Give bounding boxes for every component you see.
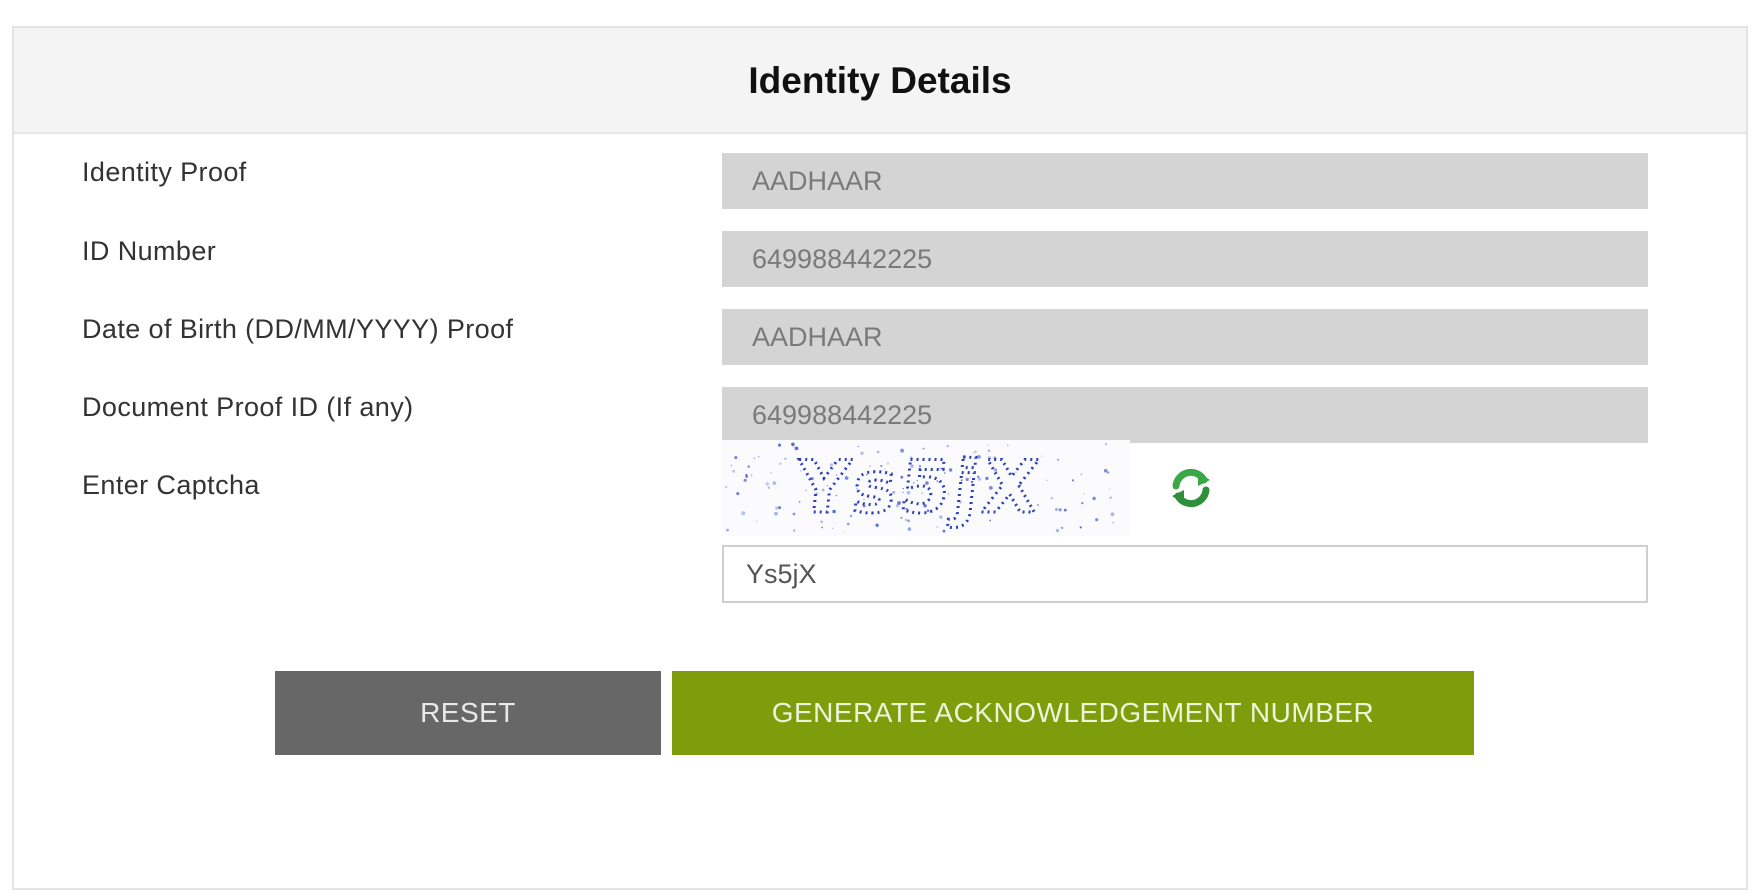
captcha-noise-dot (734, 456, 738, 460)
page-title: Identity Details (748, 60, 1012, 101)
captcha-noise-dot (1109, 488, 1111, 490)
captcha-noise-dot (767, 486, 770, 489)
captcha-noise-dot (1057, 458, 1060, 461)
captcha-noise-dot (730, 464, 733, 467)
captcha-noise-dot (1071, 479, 1075, 482)
identity-proof-field[interactable]: AADHAAR (722, 153, 1648, 209)
captcha-noise-dot (779, 462, 782, 465)
captcha-noise-dot (1055, 528, 1060, 533)
captcha-noise-dot (1105, 443, 1107, 446)
id-number-label: ID Number (82, 236, 217, 266)
captcha-noise-dot (987, 444, 989, 446)
captcha-noise-dot (736, 492, 740, 496)
captcha-noise-dot (777, 443, 782, 447)
captcha-noise-dot (843, 531, 845, 533)
panel-header: Identity Details (14, 28, 1746, 134)
captcha-noise-dot (732, 469, 736, 473)
captcha-noise-dot (794, 446, 799, 451)
captcha-image: Ys5jX (722, 440, 1130, 536)
captcha-noise-dot (1106, 471, 1110, 474)
captcha-noise-dot (1112, 521, 1115, 524)
captcha-noise-dot (1050, 496, 1054, 500)
document-proof-id-field[interactable]: 649988442225 (722, 387, 1648, 443)
captcha-noise-dot (741, 511, 746, 516)
captcha-noise-dot (757, 455, 760, 458)
reset-button[interactable]: RESET (275, 671, 661, 755)
captcha-noise-dot (753, 457, 755, 459)
captcha-noise-dot (1095, 518, 1099, 522)
captcha-noise-dot (726, 528, 729, 532)
captcha-noise-dot (756, 520, 758, 523)
captcha-noise-dot (1046, 479, 1048, 481)
captcha-noise-dot (1055, 508, 1058, 511)
captcha-noise-dot (1079, 526, 1082, 529)
generate-acknowledgement-number-button[interactable]: GENERATE ACKNOWLEDGEMENT NUMBER (672, 671, 1474, 755)
dob-proof-field[interactable]: AADHAAR (722, 309, 1648, 365)
captcha-noise-dot (774, 511, 778, 516)
captcha-noise-dot (772, 481, 777, 485)
captcha-noise-dot (724, 485, 728, 489)
captcha-noise-dot (784, 457, 787, 460)
captcha-noise-dot (1083, 493, 1085, 495)
captcha-noise-dot (792, 446, 795, 448)
captcha-noise-dot (942, 529, 946, 533)
captcha-noise-dot (791, 442, 795, 447)
dob-proof-label: Date of Birth (DD/MM/YYYY) Proof (82, 314, 514, 344)
captcha-noise-dot (770, 472, 772, 474)
captcha-text: Ys5jX (792, 446, 1047, 530)
refresh-captcha-icon[interactable] (1168, 468, 1214, 508)
captcha-noise-dot (747, 465, 750, 468)
id-number-field[interactable]: 649988442225 (722, 231, 1648, 287)
captcha-noise-dot (1103, 468, 1108, 473)
captcha-noise-dot (750, 474, 753, 477)
identity-proof-label: Identity Proof (82, 157, 247, 187)
captcha-label: Enter Captcha (82, 470, 260, 500)
document-proof-id-label: Document Proof ID (If any) (82, 392, 414, 422)
captcha-noise-dot (1080, 473, 1083, 476)
captcha-noise-dot (1110, 512, 1115, 517)
captcha-noise-dot (778, 506, 781, 510)
captcha-noise-dot (1109, 496, 1112, 499)
captcha-noise-dot (745, 473, 748, 477)
captcha-noise-dot (775, 506, 779, 510)
captcha-noise-dot (1081, 502, 1084, 505)
captcha-input[interactable] (722, 545, 1648, 603)
captcha-noise-dot (1092, 496, 1096, 501)
captcha-noise-dot (1063, 508, 1067, 512)
captcha-noise-dot (1058, 508, 1062, 512)
captcha-noise-dot (1060, 526, 1064, 530)
captcha-noise-dot (765, 482, 769, 486)
captcha-noise-dot (743, 478, 747, 482)
